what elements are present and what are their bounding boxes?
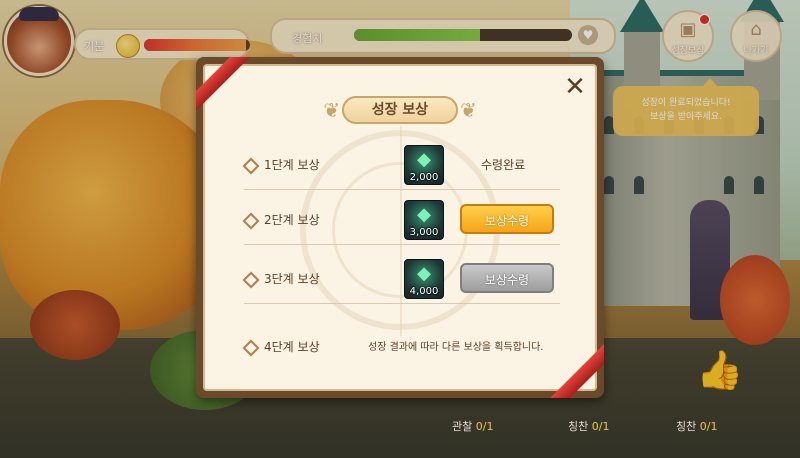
flourish-right-icon: ❦ [460,98,477,122]
claim-reward-button-disabled[interactable]: 보상수령 [460,263,554,293]
reward-row-3: 3단계 보상 ◆ 4,000 보상수령 [242,256,560,304]
close-icon: ✕ [564,72,586,102]
ribbon-decoration [196,57,256,117]
diamond-bullet-icon [242,339,260,357]
gem-quantity: 3,000 [409,227,439,238]
flourish-left-icon: ❦ [323,98,340,122]
diamond-bullet-icon [242,157,260,175]
crystal-icon: ◆ [417,149,431,170]
gem-reward-item: ◆ 2,000 [404,145,444,185]
reward-row-label: 2단계 보상 [264,213,320,227]
modal-title: 성장 보상 [342,96,458,124]
reward-row-label: 3단계 보상 [264,272,320,286]
reward-row-1: 1단계 보상 ◆ 2,000 수령완료 [242,142,560,190]
gem-quantity: 2,000 [409,172,439,183]
row-divider [244,189,560,190]
gem-reward-item: ◆ 3,000 [404,200,444,240]
claimed-status: 수령완료 [481,158,526,172]
diamond-bullet-icon [242,271,260,289]
gem-reward-item: ◆ 4,000 [404,259,444,299]
row-divider [244,244,560,245]
crystal-icon: ◆ [417,263,431,284]
reward-row-label: 1단계 보상 [264,158,320,172]
claim-reward-button[interactable]: 보상수령 [460,204,554,234]
row-divider [244,303,560,304]
reward-row-label: 4단계 보상 [264,340,320,354]
reward-row-2: 2단계 보상 ◆ 3,000 보상수령 [242,197,560,245]
reward-row-4: 4단계 보상 성장 결과에 따라 다른 보상을 획득합니다. [242,324,560,372]
crystal-icon: ◆ [417,204,431,225]
diamond-bullet-icon [242,212,260,230]
gem-quantity: 4,000 [409,286,439,297]
reward-note: 성장 결과에 따라 다른 보상을 획득합니다. [368,342,544,353]
close-button[interactable]: ✕ [562,74,588,100]
